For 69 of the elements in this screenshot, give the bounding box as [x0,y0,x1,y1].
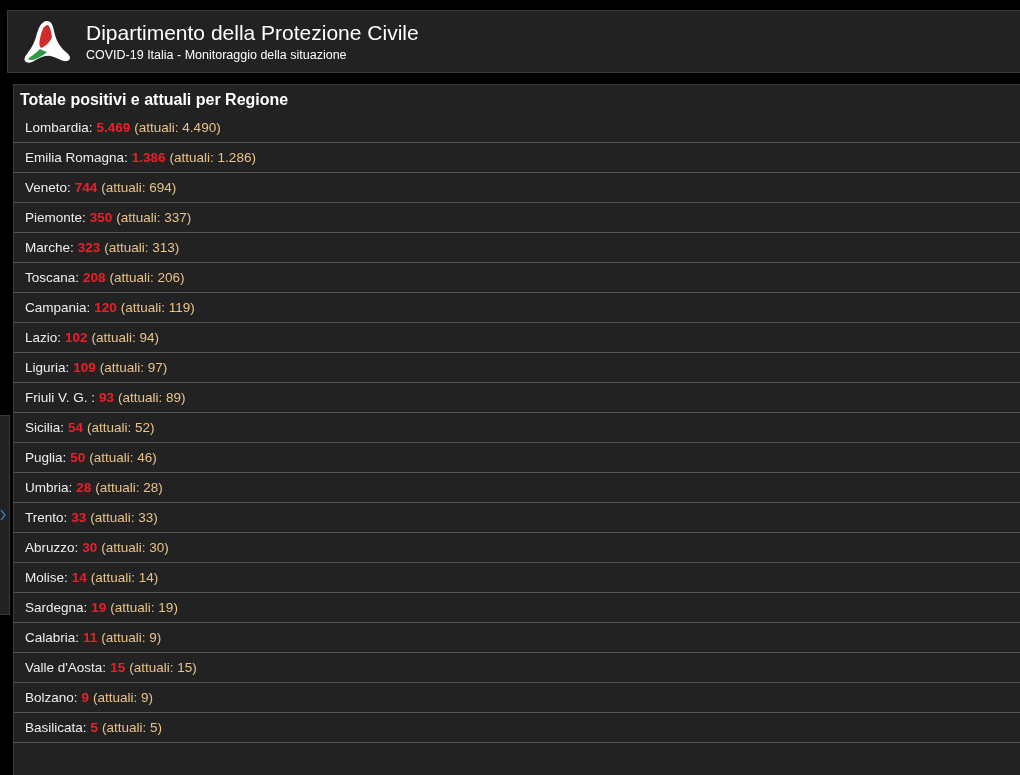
current-count: (attuali: 89) [118,390,186,405]
total-count: 744 [74,180,98,195]
total-count: 54 [68,420,84,435]
current-count: (attuali: 52) [87,420,155,435]
current-count: (attuali: 9) [93,690,154,705]
region-name: Marche: [25,240,74,255]
total-count: 28 [76,480,92,495]
region-name: Abruzzo: [25,540,79,555]
current-count: (attuali: 14) [90,570,159,585]
region-name: Emilia Romagna: [25,150,128,165]
total-count: 30 [82,540,98,555]
header-subtitle: COVID-19 Italia - Monitoraggio della situazione [86,48,348,62]
total-count: 5.469 [96,120,131,135]
total-count: 15 [110,660,126,675]
total-count: 19 [91,600,107,615]
current-count: (attuali: 46) [89,450,157,465]
region-name: Umbria: [25,480,73,495]
total-count: 120 [94,300,117,315]
current-count: (attuali: 313) [104,240,180,255]
total-count: 1.386 [131,150,166,165]
region-name: Basilicata: [25,720,87,735]
total-count: 109 [73,360,96,375]
total-count: 11 [83,630,98,645]
current-count: (attuali: 97) [99,360,168,375]
region-name: Piemonte: [25,210,86,225]
total-count: 33 [71,510,87,525]
current-count: (attuali: 1.286) [169,150,256,165]
region-name: Calabria: [25,630,80,645]
region-name: Liguria: [25,360,70,375]
logo-icon [22,18,72,65]
region-name: Puglia: [25,450,67,465]
current-count: (attuali: 4.490) [134,120,221,135]
region-name: Friuli V. G. : [25,390,96,405]
region-name: Sicilia: [25,420,64,435]
region-name: Molise: [25,570,68,585]
total-count: 5 [90,720,99,735]
current-count: (attuali: 28) [95,480,163,495]
current-count: (attuali: 33) [90,510,158,525]
current-count: (attuali: 5) [102,720,163,735]
header-title: Dipartimento della Protezione Civile [86,21,419,45]
total-count: 323 [77,240,101,255]
panel-title: Totale positivi e attuali per Regione [19,90,290,110]
chevron-right-icon [0,509,6,521]
total-count: 93 [99,390,115,405]
total-count: 350 [89,210,113,225]
current-count: (attuali: 337) [116,210,192,225]
total-count: 50 [70,450,86,465]
region-name: Bolzano: [25,690,78,705]
region-name: Lazio: [25,330,62,345]
region-name: Campania: [25,300,91,315]
region-name: Trento: [25,510,68,525]
region-name: Veneto: [25,180,71,195]
current-count: (attuali: 30) [101,540,169,555]
current-count: (attuali: 94) [91,330,160,345]
current-count: (attuali: 206) [109,270,185,285]
current-count: (attuali: 15) [129,660,197,675]
current-count: (attuali: 694) [101,180,177,195]
side-panel-tab[interactable] [0,415,10,615]
total-count: 102 [65,330,88,345]
total-count: 208 [83,270,106,285]
region-name: Lombardia: [25,120,93,135]
region-name: Sardegna: [25,600,88,615]
current-count: (attuali: 9) [101,630,162,645]
total-count: 14 [71,570,87,585]
current-count: (attuali: 119) [120,300,195,315]
total-count: 9 [81,690,90,705]
region-name: Toscana: [25,270,80,285]
region-name: Valle d'Aosta: [25,660,107,675]
current-count: (attuali: 19) [110,600,178,615]
